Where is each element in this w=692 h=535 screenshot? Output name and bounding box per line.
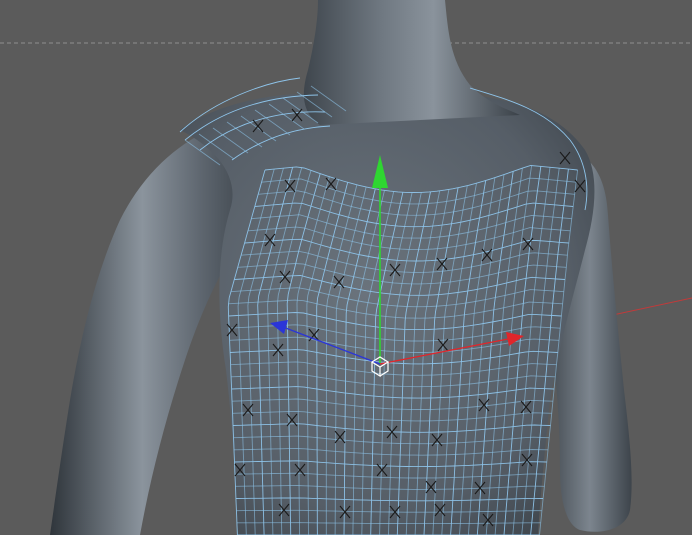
viewport-scene[interactable]: [0, 0, 692, 535]
neck[interactable]: [303, 0, 520, 125]
3d-viewport[interactable]: [0, 0, 692, 535]
